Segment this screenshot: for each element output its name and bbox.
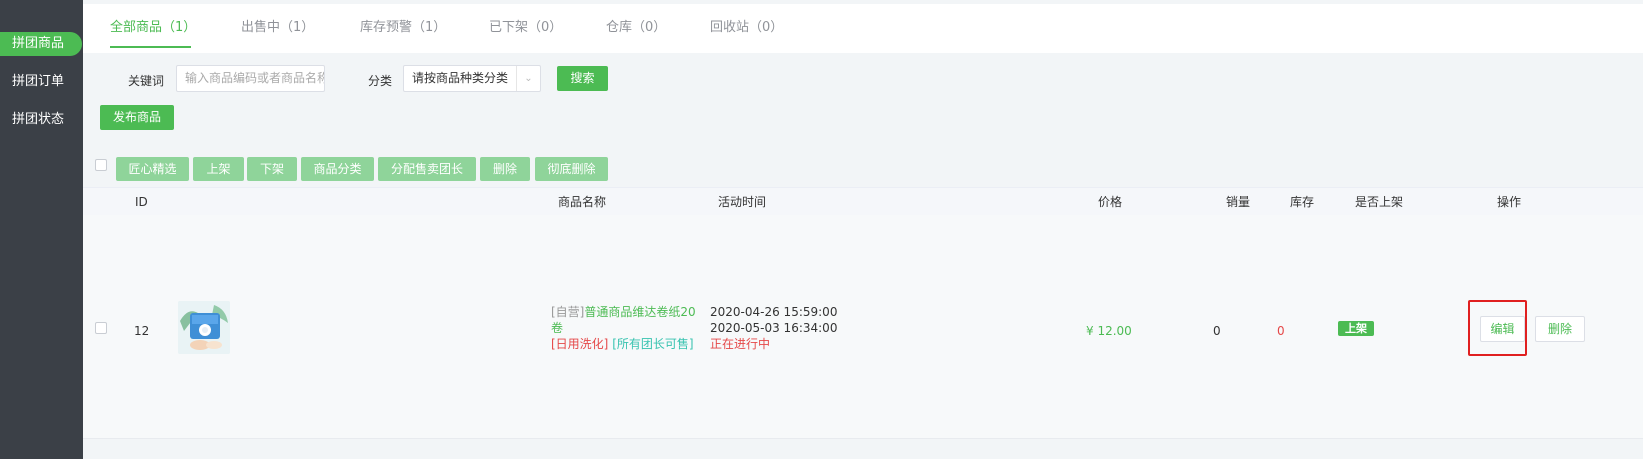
tab-off-shelf[interactable]: 已下架（0） xyxy=(489,4,562,53)
sidebar-item-group-products[interactable]: 拼团商品 xyxy=(0,32,82,56)
sidebar-item-group-status[interactable]: 拼团状态 xyxy=(0,108,83,132)
table-header: ID 商品名称 活动时间 价格 销量 库存 是否上架 操作 xyxy=(83,187,1643,215)
column-on-shelf: 是否上架 xyxy=(1355,195,1404,209)
tab-stock-warning[interactable]: 库存预警（1） xyxy=(360,4,446,53)
table-row xyxy=(83,215,1643,439)
row-checkbox[interactable] xyxy=(95,322,107,334)
active-tab-indicator xyxy=(110,46,191,48)
category-select[interactable]: 请按商品种类分类 ⌄ xyxy=(403,65,541,92)
column-activity-time: 活动时间 xyxy=(718,195,767,209)
tab-warehouse[interactable]: 仓库（0） xyxy=(606,4,666,53)
product-source-tag: [自营] xyxy=(551,305,585,319)
column-id: ID xyxy=(135,195,148,209)
tab-on-sale[interactable]: 出售中（1） xyxy=(241,4,314,53)
keyword-label: 关键词 xyxy=(128,74,165,88)
category-label: 分类 xyxy=(368,74,393,88)
product-sales: 0 xyxy=(1213,324,1221,338)
keyword-search-input[interactable]: 输入商品编码或者商品名称 xyxy=(176,65,325,92)
bulk-category-button[interactable]: 商品分类 xyxy=(301,157,374,181)
delete-button[interactable]: 删除 xyxy=(1535,316,1585,342)
product-name: 普通商品维达卷纸20 xyxy=(584,305,696,319)
sidebar-item-group-orders[interactable]: 拼团订单 xyxy=(0,70,83,94)
product-price: ¥ 12.00 xyxy=(1086,324,1132,338)
bulk-permanent-delete-button[interactable]: 彻底删除 xyxy=(535,157,608,181)
product-name-line-2: 卷 xyxy=(551,321,564,335)
bulk-featured-button[interactable]: 匠心精选 xyxy=(116,157,189,181)
edit-button[interactable]: 编辑 xyxy=(1480,316,1525,342)
product-image xyxy=(178,301,230,354)
column-stock: 库存 xyxy=(1290,195,1315,209)
tab-recycle-bin[interactable]: 回收站（0） xyxy=(710,4,783,53)
publish-product-button[interactable]: 发布商品 xyxy=(100,105,174,130)
product-thumbnail[interactable] xyxy=(178,301,230,354)
search-button[interactable]: 搜索 xyxy=(557,66,608,91)
product-category-tag: [日用洗化] xyxy=(551,337,609,351)
column-actions: 操作 xyxy=(1497,195,1522,209)
activity-status: 正在进行中 xyxy=(710,337,771,351)
column-sales: 销量 xyxy=(1226,195,1251,209)
bulk-delete-button[interactable]: 删除 xyxy=(480,157,530,181)
product-name-line-1[interactable]: [自营]普通商品维达卷纸20 xyxy=(551,304,696,320)
bulk-assign-leader-button[interactable]: 分配售卖团长 xyxy=(378,157,476,181)
bulk-on-shelf-button[interactable]: 上架 xyxy=(193,157,244,181)
bulk-off-shelf-button[interactable]: 下架 xyxy=(247,157,297,181)
on-shelf-status-badge[interactable]: 上架 xyxy=(1338,321,1374,336)
activity-start-time: 2020-04-26 15:59:00 xyxy=(710,305,838,319)
product-id: 12 xyxy=(134,324,150,338)
product-leader-tag: [所有团长可售] xyxy=(612,337,694,351)
product-tags: [日用洗化] [所有团长可售] xyxy=(551,336,694,352)
activity-end-time: 2020-05-03 16:34:00 xyxy=(710,321,838,335)
sidebar: 拼团商品 拼团订单 拼团状态 xyxy=(0,0,83,459)
column-product-name: 商品名称 xyxy=(558,195,607,209)
column-price: 价格 xyxy=(1098,195,1123,209)
category-select-value: 请按商品种类分类 xyxy=(412,71,509,85)
chevron-down-icon: ⌄ xyxy=(516,66,540,91)
select-all-checkbox[interactable] xyxy=(95,159,107,171)
product-tabs: 全部商品（1） 出售中（1） 库存预警（1） 已下架（0） 仓库（0） 回收站（… xyxy=(83,4,1643,53)
product-stock: 0 xyxy=(1277,324,1285,338)
